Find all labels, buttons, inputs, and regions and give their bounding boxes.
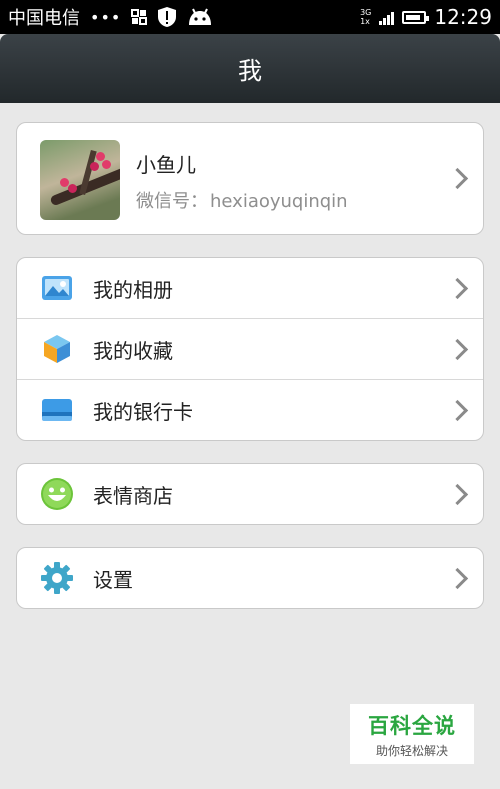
watermark-subtitle: 助你轻松解决 xyxy=(375,743,448,758)
watermark-logo: 百科全说 助你轻松解决 xyxy=(350,704,474,764)
page-title: 我 xyxy=(0,34,500,103)
android-icon xyxy=(187,8,213,26)
notification-dots: ••• xyxy=(90,7,122,27)
menu-item-sticker-store[interactable]: 表情商店 xyxy=(17,464,483,524)
signal-strength-icon xyxy=(379,9,395,25)
chevron-right-icon xyxy=(446,399,469,421)
chevron-right-icon xyxy=(446,567,469,589)
favorites-cube-icon xyxy=(40,332,74,366)
menu-item-label: 我的相册 xyxy=(93,277,173,302)
chevron-right-icon xyxy=(446,338,469,360)
menu-item-label: 我的收藏 xyxy=(93,338,173,363)
battery-icon xyxy=(402,10,430,24)
wechat-id-label: 微信号： xyxy=(136,191,208,212)
network-type: 3G 1x xyxy=(360,8,372,26)
shield-alert-icon xyxy=(157,6,177,28)
wechat-id-value: hexiaoyuqinqin xyxy=(210,191,348,212)
menu-group-personal: 我的相册 我的收藏 我的银行卡 xyxy=(16,257,484,441)
chevron-right-icon xyxy=(446,483,469,505)
clock: 12:29 xyxy=(434,5,492,29)
app-grid-icon xyxy=(131,9,148,25)
chevron-right-icon xyxy=(446,277,469,299)
wechat-id: 微信号： hexiaoyuqinqin xyxy=(136,187,348,213)
menu-item-album[interactable]: 我的相册 xyxy=(17,258,483,319)
watermark-title: 百科全说 xyxy=(368,713,456,738)
avatar[interactable] xyxy=(40,140,120,220)
profile-card[interactable]: 小鱼儿 微信号： hexiaoyuqinqin xyxy=(16,122,484,235)
menu-item-settings[interactable]: 设置 xyxy=(17,548,483,608)
gear-icon xyxy=(40,561,74,595)
menu-item-bank-card[interactable]: 我的银行卡 xyxy=(17,380,483,440)
menu-item-label: 表情商店 xyxy=(93,483,173,508)
photo-album-icon xyxy=(40,271,74,305)
menu-item-label: 设置 xyxy=(93,567,133,592)
menu-group-stickers: 表情商店 xyxy=(16,463,484,525)
carrier-name: 中国电信 xyxy=(8,8,80,29)
menu-item-favorites[interactable]: 我的收藏 xyxy=(17,319,483,380)
menu-group-settings: 设置 xyxy=(16,547,484,609)
status-bar: 中国电信 ••• 3G 1x 12:29 xyxy=(0,0,500,34)
menu-item-label: 我的银行卡 xyxy=(93,399,193,424)
smiley-icon xyxy=(40,477,74,511)
profile-name: 小鱼儿 xyxy=(136,153,196,177)
bank-card-icon xyxy=(40,393,74,427)
chevron-right-icon xyxy=(446,167,469,190)
